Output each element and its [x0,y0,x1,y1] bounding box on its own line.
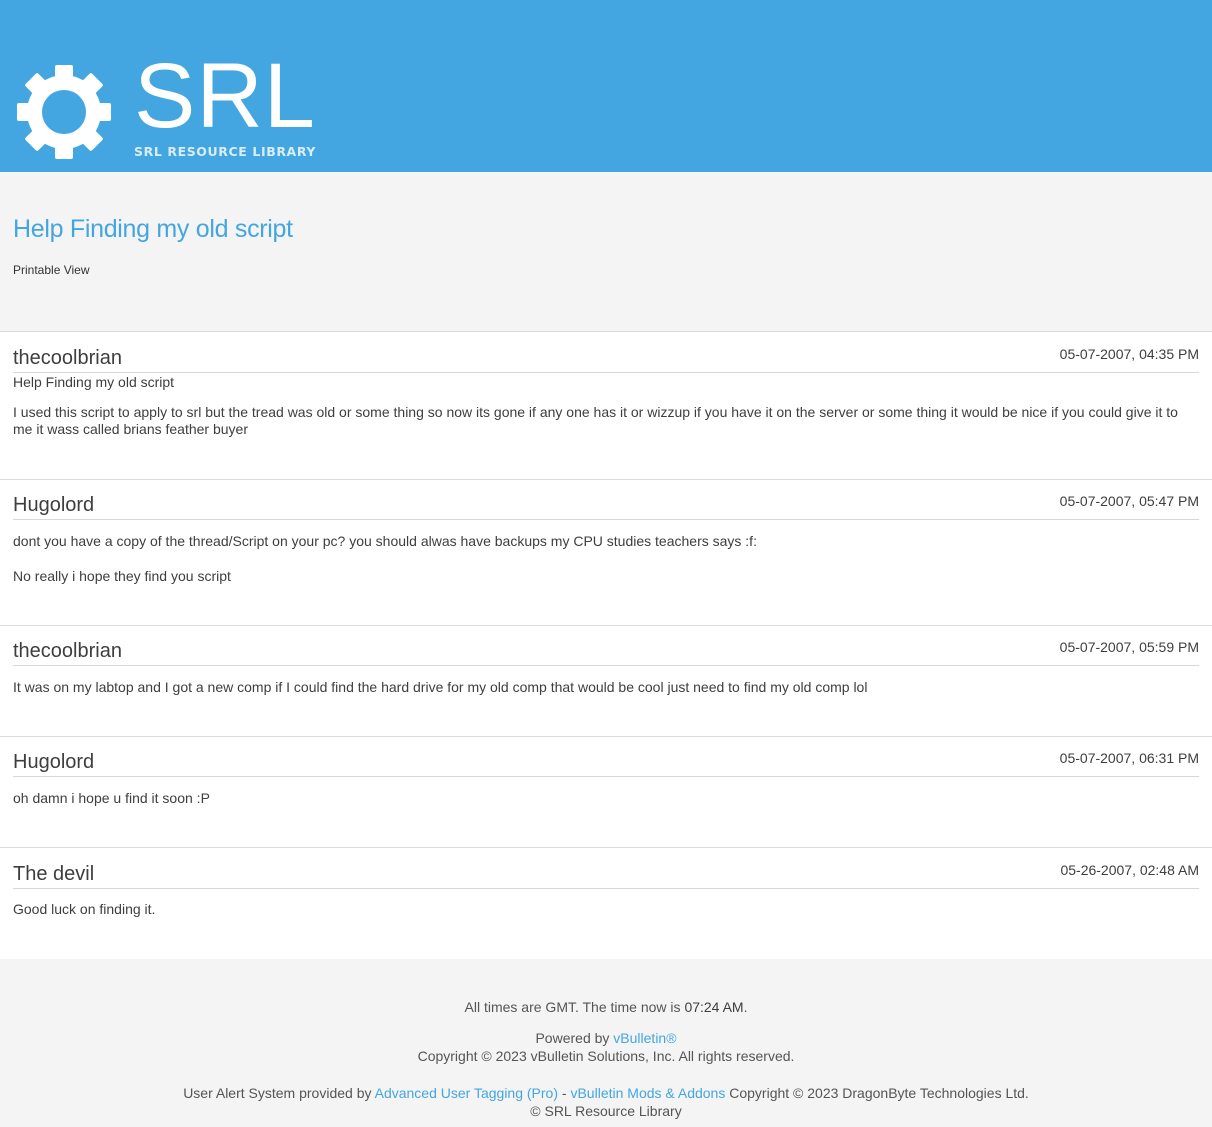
credit-separator: - [558,1085,571,1101]
timezone-suffix: . [743,999,748,1015]
gear-icon [17,65,111,159]
post: Hugolord 05-07-2007, 05:47 PM dont you h… [0,480,1212,626]
powered-by: Powered by vBulletin® [0,1030,1212,1046]
post-body: It was on my labtop and I got a new comp… [13,679,1199,696]
post: thecoolbrian 05-07-2007, 04:35 PM Help F… [0,333,1212,480]
post-text: It was on my labtop and I got a new comp… [13,679,868,695]
page-title: Help Finding my old script [13,215,293,243]
post-text: Good luck on finding it. [13,901,156,917]
user-alert-credit: User Alert System provided by Advanced U… [0,1085,1212,1101]
current-time: 07:24 AM [684,999,744,1015]
post-header: thecoolbrian 05-07-2007, 05:59 PM [13,639,1199,666]
post-username: thecoolbrian [13,347,122,369]
post-text: oh damn i hope u find it soon :P [13,790,210,806]
thread-title-bar: Help Finding my old script Printable Vie… [0,172,1212,332]
post-date: 05-07-2007, 06:31 PM [1059,750,1199,766]
post-text: I used this script to apply to srl but t… [13,404,1178,437]
aut-link[interactable]: Advanced User Tagging (Pro) [375,1085,558,1101]
post: The devil 05-26-2007, 02:48 AM Good luck… [0,848,1212,959]
post-username: Hugolord [13,751,95,773]
post-username: The devil [13,863,95,885]
site-logo[interactable]: SRL SRL RESOURCE LIBRARY [13,50,317,160]
post-header: Hugolord 05-07-2007, 05:47 PM [13,493,1199,520]
post-subject: Help Finding my old script [13,374,175,390]
post-body: dont you have a copy of the thread/Scrip… [13,533,1199,585]
post-date: 05-07-2007, 05:47 PM [1059,493,1199,509]
page-footer: All times are GMT. The time now is 07:24… [0,959,1212,1127]
vbulletin-link[interactable]: vBulletin® [613,1030,676,1046]
post-text: dont you have a copy of the thread/Scrip… [13,533,757,549]
vbulletin-copyright: Copyright © 2023 vBulletin Solutions, In… [417,1048,795,1064]
post-date: 05-07-2007, 05:59 PM [1059,639,1199,655]
timezone-notice: All times are GMT. The time now is 07:24… [0,999,1212,1015]
post-date: 05-26-2007, 02:48 AM [1060,862,1199,878]
post-body: Good luck on finding it. [13,901,1199,918]
printable-view-label: Printable View [13,263,90,277]
powered-by-text: Powered by [535,1030,614,1046]
post-username: thecoolbrian [13,640,122,662]
post-body: I used this script to apply to srl but t… [13,404,1199,438]
site-copyright: © SRL Resource Library [530,1103,682,1119]
vbulletin-mods-link[interactable]: vBulletin Mods & Addons [570,1085,725,1101]
post-body: oh damn i hope u find it soon :P [13,790,1199,807]
post-header: Hugolord 05-07-2007, 06:31 PM [13,750,1199,777]
post-date: 05-07-2007, 04:35 PM [1059,346,1199,362]
post-header: The devil 05-26-2007, 02:48 AM [13,862,1199,889]
post-header: thecoolbrian 05-07-2007, 04:35 PM [13,346,1199,373]
logo-subtitle: SRL RESOURCE LIBRARY [134,144,317,159]
logo-wordmark: SRL [134,45,316,147]
site-header: SRL SRL RESOURCE LIBRARY [0,0,1212,172]
post: thecoolbrian 05-07-2007, 05:59 PM It was… [0,626,1212,737]
post-username: Hugolord [13,494,95,516]
post-text: No really i hope they find you script [13,568,231,584]
dragonbyte-copyright: Copyright © 2023 DragonByte Technologies… [725,1085,1029,1101]
post: Hugolord 05-07-2007, 06:31 PM oh damn i … [0,737,1212,848]
timezone-text: All times are GMT. The time now is [464,999,685,1015]
alert-credit-text: User Alert System provided by [183,1085,375,1101]
